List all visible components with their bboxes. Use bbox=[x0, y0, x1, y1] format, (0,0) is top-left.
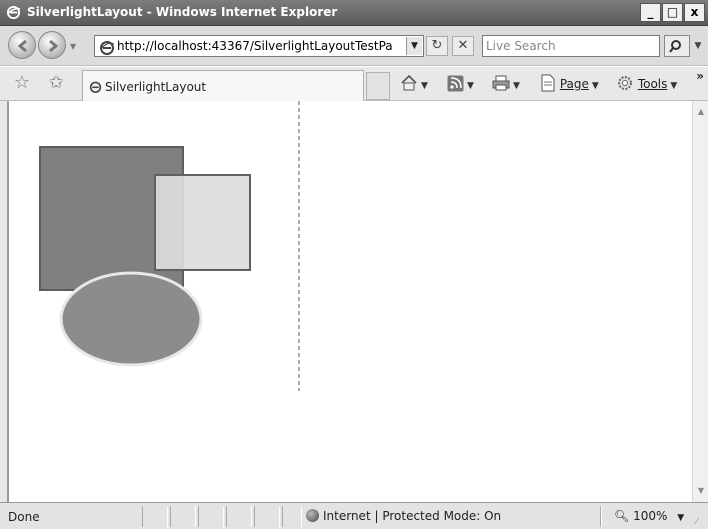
stop-icon: ✕ bbox=[457, 38, 469, 53]
status-bar: Done Internet | Protected Mode: On 🔍︎ 10… bbox=[0, 502, 708, 529]
zoom-dropdown[interactable]: ▼ bbox=[677, 513, 684, 523]
ellipse-shape bbox=[59, 271, 203, 367]
print-dropdown[interactable]: ▼ bbox=[513, 81, 520, 91]
print-button[interactable]: ▼ bbox=[492, 74, 520, 94]
title-bar: SilverlightLayout - Windows Internet Exp… bbox=[0, 0, 708, 26]
print-icon bbox=[492, 75, 510, 91]
address-url: http://localhost:43367/SilverlightLayout… bbox=[117, 39, 393, 53]
maximize-button[interactable]: □ bbox=[662, 3, 683, 22]
tools-menu[interactable]: Tools ▼ bbox=[616, 74, 677, 94]
page-content bbox=[8, 101, 692, 502]
search-box[interactable] bbox=[482, 35, 660, 57]
page-favicon-icon bbox=[100, 41, 115, 55]
home-button[interactable]: ▼ bbox=[400, 74, 428, 94]
page-menu[interactable]: Page ▼ bbox=[540, 74, 599, 94]
search-options-dropdown[interactable]: ▼ bbox=[691, 35, 705, 57]
window-left-frame bbox=[0, 101, 8, 502]
ie-logo-icon bbox=[6, 5, 21, 20]
forward-button[interactable] bbox=[38, 31, 66, 59]
status-segment bbox=[170, 506, 196, 527]
address-toolbar: ▼ http://localhost:43367/SilverlightLayo… bbox=[0, 26, 708, 66]
close-button[interactable]: x bbox=[684, 3, 705, 22]
security-zone[interactable]: Internet | Protected Mode: On bbox=[306, 509, 501, 523]
tools-gear-icon bbox=[618, 76, 632, 90]
feeds-icon bbox=[447, 75, 464, 92]
status-segment bbox=[226, 506, 252, 527]
command-bar: ☆ ✩ SilverlightLayout ▼ ▼ ▼ Page ▼ Tools… bbox=[0, 67, 708, 101]
tab-favicon-icon bbox=[89, 81, 102, 93]
silverlight-canvas bbox=[39, 101, 300, 391]
refresh-button[interactable]: ↻ bbox=[426, 36, 448, 56]
search-icon bbox=[669, 40, 681, 53]
feeds-dropdown[interactable]: ▼ bbox=[467, 81, 474, 91]
zoom-level: 100% bbox=[633, 509, 668, 523]
globe-icon bbox=[306, 509, 319, 522]
browser-tab[interactable]: SilverlightLayout bbox=[82, 70, 364, 101]
home-dropdown[interactable]: ▼ bbox=[421, 81, 428, 91]
tools-menu-label: Tools bbox=[637, 77, 668, 91]
status-segment bbox=[600, 506, 602, 527]
search-input[interactable] bbox=[486, 37, 656, 55]
page-menu-label: Page bbox=[559, 77, 589, 91]
scroll-down-icon[interactable]: ▼ bbox=[696, 486, 706, 496]
toolbar-overflow-chevron-icon[interactable]: » bbox=[696, 69, 704, 83]
resize-grip-icon[interactable]: ⁄ bbox=[696, 517, 706, 527]
status-text: Done bbox=[8, 510, 40, 524]
window-title: SilverlightLayout - Windows Internet Exp… bbox=[27, 5, 338, 19]
add-favorites-icon[interactable]: ✩ bbox=[46, 73, 66, 93]
status-segment bbox=[254, 506, 280, 527]
address-field[interactable]: http://localhost:43367/SilverlightLayout… bbox=[94, 35, 424, 57]
refresh-icon: ↻ bbox=[431, 38, 443, 53]
scroll-up-icon[interactable]: ▲ bbox=[696, 107, 706, 117]
favorites-star-icon[interactable]: ☆ bbox=[12, 73, 32, 93]
back-icon bbox=[17, 39, 27, 53]
back-button[interactable] bbox=[8, 31, 36, 59]
home-icon bbox=[401, 74, 417, 91]
zoom-icon: 🔍︎ bbox=[614, 509, 630, 523]
security-zone-label: Internet | Protected Mode: On bbox=[323, 509, 502, 523]
search-button[interactable] bbox=[664, 35, 690, 57]
feeds-button[interactable]: ▼ bbox=[447, 74, 474, 94]
vertical-scrollbar[interactable]: ▲ ▼ bbox=[692, 101, 708, 502]
status-segment bbox=[198, 506, 224, 527]
stop-button[interactable]: ✕ bbox=[452, 36, 474, 56]
recent-pages-dropdown[interactable]: ▼ bbox=[70, 42, 78, 51]
tab-label: SilverlightLayout bbox=[105, 80, 207, 94]
forward-icon bbox=[49, 39, 59, 53]
page-icon bbox=[541, 74, 555, 92]
new-tab-button[interactable] bbox=[366, 72, 390, 100]
address-dropdown[interactable]: ▼ bbox=[406, 37, 422, 55]
light-square-shape bbox=[154, 174, 251, 271]
status-segment bbox=[282, 506, 302, 527]
zoom-control[interactable]: 🔍︎ 100% ▼ bbox=[614, 509, 684, 523]
minimize-button[interactable]: _ bbox=[640, 3, 661, 22]
status-segment bbox=[142, 506, 168, 527]
